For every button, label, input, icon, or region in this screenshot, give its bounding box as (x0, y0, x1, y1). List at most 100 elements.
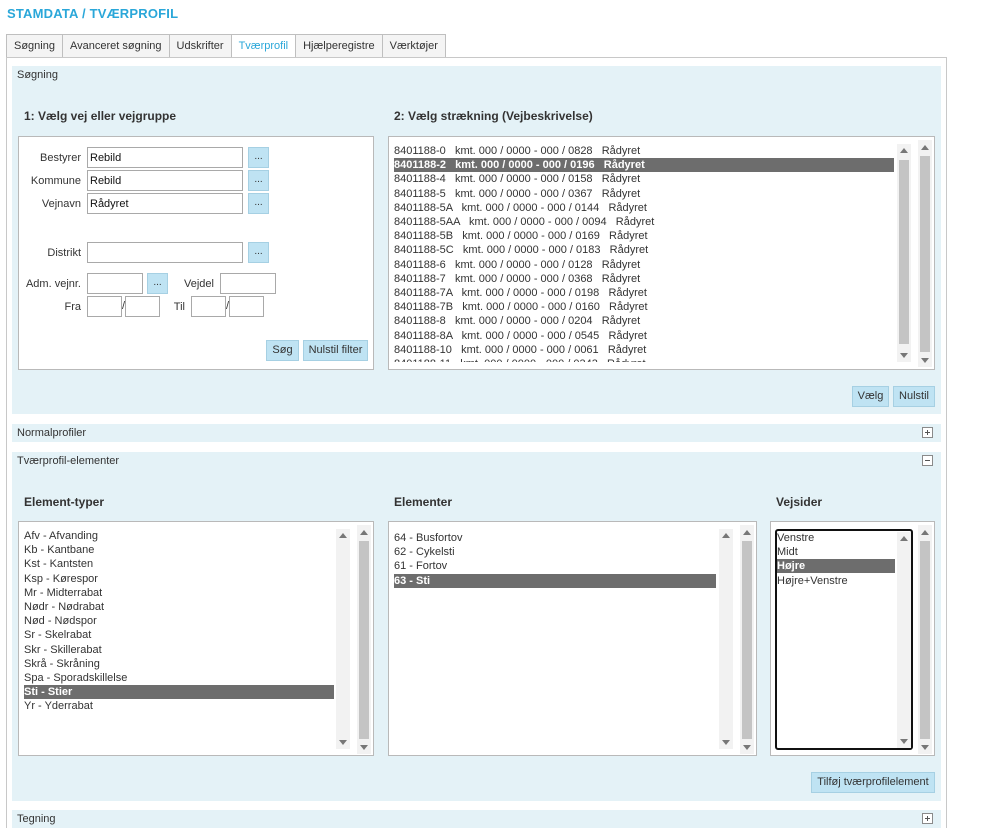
element-type-list-item[interactable]: Ksp - Kørespor (24, 572, 334, 586)
tab-sogning[interactable]: Søgning (6, 34, 62, 58)
scroll-thumb[interactable] (920, 541, 930, 739)
stretch-list-item[interactable]: 8401188-6 kmt. 000 / 0000 - 000 / 0128 R… (394, 258, 894, 272)
scroll-down-icon[interactable] (921, 358, 929, 363)
element-type-list-item[interactable]: Sti - Stier (24, 685, 334, 700)
element-type-list-item[interactable]: Nødr - Nødrabat (24, 600, 334, 614)
element-type-list-item[interactable]: Skrå - Skråning (24, 657, 334, 671)
scroll-up-icon[interactable] (743, 530, 751, 535)
stretch-list-item[interactable]: 8401188-4 kmt. 000 / 0000 - 000 / 0158 R… (394, 172, 894, 186)
vejdel-input[interactable] (220, 273, 276, 294)
element-type-list-item[interactable]: Yr - Yderrabat (24, 699, 334, 713)
til-km-input[interactable] (191, 296, 226, 317)
element-types-inner-scrollbar[interactable] (336, 529, 350, 749)
bestyrer-lookup-button[interactable]: ... (248, 147, 269, 168)
stretch-list-item[interactable]: 8401188-0 kmt. 000 / 0000 - 000 / 0828 R… (394, 144, 894, 158)
scroll-up-icon[interactable] (921, 530, 929, 535)
distrikt-lookup-button[interactable]: ... (248, 242, 269, 263)
element-types-outer-scrollbar[interactable] (357, 525, 371, 754)
expand-icon[interactable] (922, 813, 933, 824)
search-button[interactable]: Søg (266, 340, 299, 361)
sides-list[interactable]: Venstre Midt Højre Højre+Venstre (770, 521, 935, 756)
stretch-list[interactable]: 8401188-0 kmt. 000 / 0000 - 000 / 0828 R… (388, 136, 935, 370)
reset-filter-button[interactable]: Nulstil filter (303, 340, 368, 361)
stretch-outer-scrollbar[interactable] (918, 140, 932, 367)
stretch-list-item[interactable]: 8401188-2 kmt. 000 / 0000 - 000 / 0196 R… (394, 158, 894, 173)
elements-list[interactable]: 64 - Busfortov 62 - Cykelsti 61 - Fortov 63… (388, 521, 757, 756)
stretch-list-item[interactable]: 8401188-10 kmt. 000 / 0000 - 000 / 0061 … (394, 343, 894, 357)
element-type-list-item[interactable]: Spa - Sporadskillelse (24, 671, 334, 685)
element-type-list-item[interactable]: Kb - Kantbane (24, 543, 334, 557)
search-panel-header[interactable]: Søgning (12, 66, 941, 84)
expand-icon[interactable] (922, 427, 933, 438)
element-list-item[interactable]: 64 - Busfortov (394, 531, 716, 545)
scroll-down-icon[interactable] (900, 739, 908, 744)
tab-vaerktojer[interactable]: Værktøjer (381, 34, 446, 58)
scroll-thumb[interactable] (899, 160, 909, 344)
stretch-list-item[interactable]: 8401188-5 kmt. 000 / 0000 - 000 / 0367 R… (394, 187, 894, 201)
scroll-down-icon[interactable] (743, 745, 751, 750)
stretch-list-item[interactable]: 8401188-5C kmt. 000 / 0000 - 000 / 0183 … (394, 243, 894, 257)
distrikt-input[interactable] (87, 242, 243, 263)
side-list-item[interactable]: Højre (777, 559, 895, 574)
scroll-up-icon[interactable] (339, 533, 347, 538)
tab-udskrifter[interactable]: Udskrifter (168, 34, 231, 58)
stretch-list-item[interactable]: 8401188-7A kmt. 000 / 0000 - 000 / 0198 … (394, 286, 894, 300)
scroll-down-icon[interactable] (722, 740, 730, 745)
side-list-item[interactable]: Højre+Venstre (777, 574, 895, 588)
elements-outer-scrollbar[interactable] (740, 525, 754, 754)
stretch-list-item[interactable]: 8401188-8 kmt. 000 / 0000 - 000 / 0204 R… (394, 314, 894, 328)
tab-tvaerprofil[interactable]: Tværprofil (230, 34, 296, 58)
sides-inner-scrollbar[interactable] (897, 532, 911, 748)
element-list-item[interactable]: 62 - Cykelsti (394, 545, 716, 559)
element-type-list-item[interactable]: Kst - Kantsten (24, 557, 334, 571)
scroll-up-icon[interactable] (921, 145, 929, 150)
element-list-item[interactable]: 61 - Fortov (394, 559, 716, 573)
bestyrer-input[interactable] (87, 147, 243, 168)
collapse-icon[interactable] (922, 455, 933, 466)
scroll-thumb[interactable] (920, 156, 930, 352)
elements-panel-header[interactable]: Tværprofil-elementer (12, 452, 941, 470)
element-list-item[interactable]: 63 - Sti (394, 573, 716, 588)
stretch-list-item[interactable]: 8401188-11 kmt. 000 / 0000 - 000 / 0343 … (394, 357, 894, 362)
fra-m-input[interactable] (125, 296, 160, 317)
til-m-input[interactable] (229, 296, 264, 317)
scroll-down-icon[interactable] (921, 745, 929, 750)
scroll-up-icon[interactable] (900, 536, 908, 541)
side-list-item[interactable]: Venstre (777, 531, 895, 545)
vejnavn-input[interactable] (87, 193, 243, 214)
choose-button[interactable]: Vælg (852, 386, 889, 407)
scroll-thumb[interactable] (359, 541, 369, 739)
element-types-list[interactable]: Afv - Afvanding Kb - Kantbane Kst - Kantst… (18, 521, 374, 756)
vejnavn-lookup-button[interactable]: ... (248, 193, 269, 214)
adm-vejnr-lookup-button[interactable]: ... (147, 273, 168, 294)
element-type-list-item[interactable]: Afv - Afvanding (24, 529, 334, 543)
stretch-list-item[interactable]: 8401188-5B kmt. 000 / 0000 - 000 / 0169 … (394, 229, 894, 243)
scroll-down-icon[interactable] (900, 353, 908, 358)
element-type-list-item[interactable]: Mr - Midterrabat (24, 586, 334, 600)
adm-vejnr-input[interactable] (87, 273, 143, 294)
fra-km-input[interactable] (87, 296, 122, 317)
tab-avanceret-sogning[interactable]: Avanceret søgning (61, 34, 169, 58)
side-list-item[interactable]: Midt (777, 545, 895, 559)
element-type-list-item[interactable]: Nød - Nødspor (24, 614, 334, 628)
add-cross-profile-element-button[interactable]: Tilføj tværprofilelement (811, 772, 935, 793)
element-type-list-item[interactable]: Skr - Skillerabat (24, 643, 334, 657)
scroll-up-icon[interactable] (360, 530, 368, 535)
normalprofiler-panel-header[interactable]: Normalprofiler (12, 424, 941, 442)
kommune-lookup-button[interactable]: ... (248, 170, 269, 191)
scroll-thumb[interactable] (742, 541, 752, 739)
elements-inner-scrollbar[interactable] (719, 529, 733, 749)
reset-button[interactable]: Nulstil (893, 386, 935, 407)
stretch-list-item[interactable]: 8401188-8A kmt. 000 / 0000 - 000 / 0545 … (394, 329, 894, 343)
kommune-input[interactable] (87, 170, 243, 191)
stretch-list-item[interactable]: 8401188-5A kmt. 000 / 0000 - 000 / 0144 … (394, 201, 894, 215)
stretch-list-item[interactable]: 8401188-5AA kmt. 000 / 0000 - 000 / 0094… (394, 215, 894, 229)
sides-outer-scrollbar[interactable] (918, 525, 932, 754)
scroll-up-icon[interactable] (722, 533, 730, 538)
tegning-panel-header[interactable]: Tegning (12, 810, 941, 828)
stretch-list-item[interactable]: 8401188-7B kmt. 000 / 0000 - 000 / 0160 … (394, 300, 894, 314)
scroll-up-icon[interactable] (900, 148, 908, 153)
scroll-down-icon[interactable] (339, 740, 347, 745)
scroll-down-icon[interactable] (360, 745, 368, 750)
stretch-inner-scrollbar[interactable] (897, 144, 911, 362)
